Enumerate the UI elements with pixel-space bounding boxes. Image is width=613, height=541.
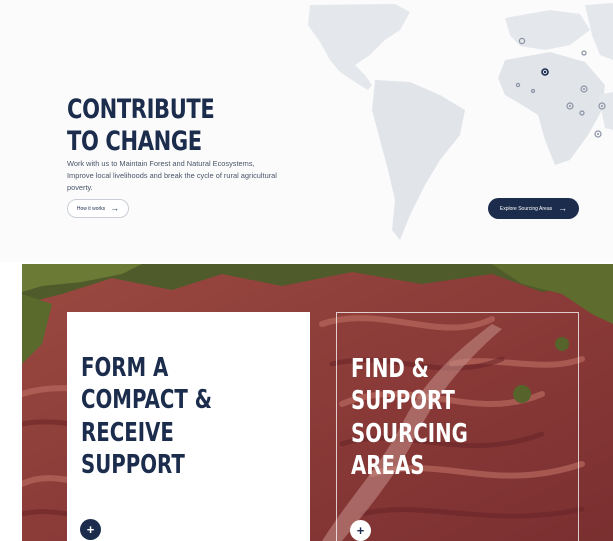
plus-icon[interactable]: + <box>350 520 371 541</box>
find-sourcing-areas-title: FIND & SUPPORT SOURCING AREAS <box>351 353 468 482</box>
how-it-works-button[interactable]: How it works → <box>67 199 129 218</box>
form-compact-title: FORM A COMPACT & RECEIVE SUPPORT <box>81 352 213 481</box>
plus-icon[interactable]: + <box>80 519 101 540</box>
find-sourcing-areas-card[interactable]: FIND & SUPPORT SOURCING AREAS + <box>336 312 579 541</box>
hero-section: CONTRIBUTE TO CHANGE Work with us to Mai… <box>0 0 613 262</box>
explore-sourcing-areas-label: Explore Sourcing Areas <box>499 205 553 212</box>
how-it-works-label: How it works <box>76 205 106 212</box>
hero-title: CONTRIBUTE TO CHANGE <box>67 94 215 158</box>
arrow-right-icon: → <box>558 203 568 213</box>
explore-sourcing-areas-button[interactable]: Explore Sourcing Areas → <box>488 198 579 219</box>
hero-description: Work with us to Maintain Forest and Natu… <box>67 159 277 193</box>
arrow-right-icon: → <box>110 203 120 213</box>
form-compact-card[interactable]: FORM A COMPACT & RECEIVE SUPPORT + <box>67 312 310 541</box>
